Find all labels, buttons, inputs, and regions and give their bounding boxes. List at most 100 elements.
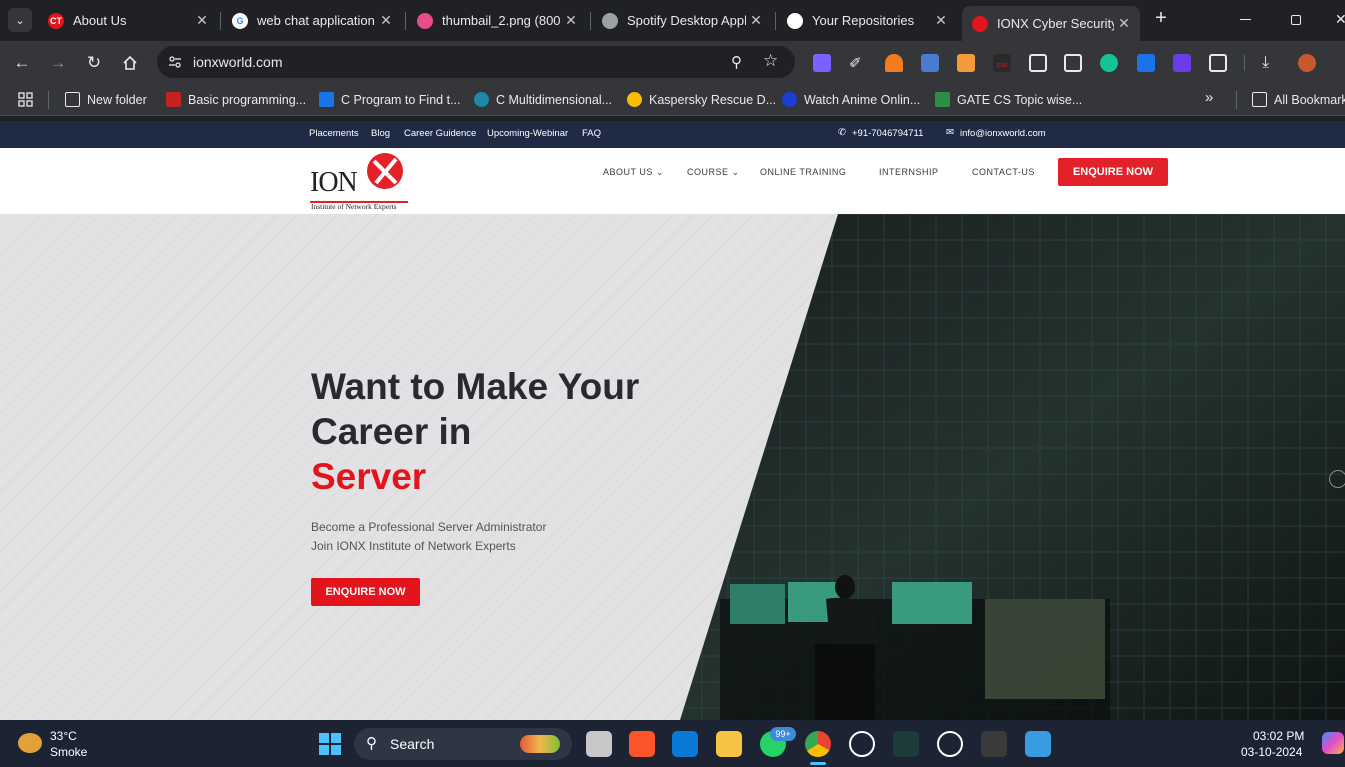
extension-icon[interactable] — [1029, 54, 1047, 72]
close-window-icon[interactable]: ✕ — [1335, 11, 1345, 28]
hero-heading-line1: Want to Make Your — [311, 366, 640, 407]
download-icon[interactable]: ⤓ — [1262, 54, 1280, 72]
clock-time[interactable]: 03:02 PM — [1253, 729, 1304, 743]
weather-widget[interactable]: 33°C Smoke — [16, 728, 96, 760]
bookmark-gate-cs[interactable]: GATE CS Topic wise... — [935, 92, 1082, 107]
logo-tagline: Institute of Network Experts — [311, 202, 397, 211]
brave-icon[interactable] — [629, 731, 655, 757]
extension-icon[interactable] — [957, 54, 975, 72]
topbar-link-blog[interactable]: Blog — [371, 128, 390, 139]
ionx-favicon — [972, 15, 988, 32]
eyedropper-icon[interactable]: ✐ — [849, 54, 867, 72]
tab-about-us[interactable]: CT About Us ✕ — [38, 6, 218, 35]
bookmark-star-icon[interactable]: ☆ — [763, 51, 778, 71]
bookmark-favicon — [474, 92, 489, 107]
zoom-icon[interactable]: ⚲ — [731, 53, 742, 71]
tab-web-chat[interactable]: G web chat application ✕ — [222, 6, 402, 35]
tab-title: thumbail_2.png (800× — [442, 13, 561, 28]
app-icon[interactable] — [981, 731, 1007, 757]
nav-internship[interactable]: INTERNSHIP — [879, 167, 939, 177]
bookmark-label: Kaspersky Rescue D... — [649, 92, 777, 107]
phone-icon: ✆ — [838, 127, 846, 138]
close-icon[interactable]: ✕ — [746, 12, 766, 29]
tab-separator — [590, 12, 591, 30]
extension-icon[interactable] — [1064, 54, 1082, 72]
topbar-link-career[interactable]: Career Guidence — [404, 128, 476, 139]
reload-icon[interactable]: ↻ — [82, 51, 106, 75]
bookmark-kaspersky[interactable]: Kaspersky Rescue D... — [627, 92, 776, 107]
home-icon[interactable] — [118, 51, 142, 75]
bookmark-anime[interactable]: Watch Anime Onlin... — [782, 92, 920, 107]
back-icon[interactable]: ← — [10, 51, 34, 75]
nav-online-training[interactable]: ONLINE TRAINING — [760, 167, 846, 177]
topbar-link-webinar[interactable]: Upcoming-Webinar — [487, 128, 568, 139]
url-text[interactable]: ionxworld.com — [193, 54, 282, 70]
app-icon[interactable] — [849, 731, 875, 757]
bookmark-basic-programming[interactable]: Basic programming... — [166, 92, 306, 107]
nav-contact-us[interactable]: CONTACT-US — [972, 167, 1035, 177]
address-bar[interactable]: ionxworld.com ⚲ ☆ — [157, 46, 795, 78]
bookmarks-overflow-button[interactable]: » — [1205, 89, 1213, 106]
menu-kebab-icon[interactable]: ⋮ — [1338, 52, 1345, 72]
clock-date[interactable]: 03-10-2024 — [1241, 745, 1302, 759]
bookmark-c-multidimensional[interactable]: C Multidimensional... — [474, 92, 612, 107]
grammarly-icon[interactable] — [1100, 54, 1118, 72]
forward-icon[interactable]: → — [46, 51, 70, 75]
taskbar-search[interactable]: ⚲ Search — [354, 728, 572, 760]
chatgpt-icon[interactable] — [937, 731, 963, 757]
enquire-now-header-button[interactable]: ENQUIRE NOW — [1058, 158, 1168, 186]
extension-icon[interactable] — [1173, 54, 1191, 72]
nav-course[interactable]: COURSE ⌄ — [687, 167, 740, 178]
bookmark-favicon — [627, 92, 642, 107]
bookmark-c-program[interactable]: C Program to Find t... — [319, 92, 460, 107]
bookmark-new-folder[interactable]: New folder — [65, 92, 147, 107]
extension-icon[interactable] — [813, 54, 831, 72]
css-icon[interactable]: css — [993, 54, 1011, 72]
close-icon[interactable]: ✕ — [1114, 15, 1134, 32]
tab-thumbnail[interactable]: thumbail_2.png (800× ✕ — [407, 6, 587, 35]
slider-next-icon[interactable] — [1329, 470, 1345, 488]
close-icon[interactable]: ✕ — [931, 12, 951, 29]
minimize-icon[interactable] — [1240, 19, 1251, 20]
bookmark-favicon — [166, 92, 181, 107]
chrome-icon[interactable] — [805, 731, 831, 757]
chevron-down-icon: ⌄ — [15, 14, 25, 27]
restore-icon[interactable] — [1291, 15, 1301, 25]
puzzle-icon[interactable] — [1209, 54, 1227, 72]
vscode-icon[interactable] — [672, 731, 698, 757]
all-bookmarks[interactable]: All Bookmarks — [1252, 92, 1345, 107]
email-address[interactable]: info@ionxworld.com — [960, 128, 1046, 139]
task-view-icon[interactable] — [586, 731, 612, 757]
photos-icon[interactable] — [1025, 731, 1051, 757]
topbar-link-placements[interactable]: Placements — [309, 128, 359, 139]
app-icon[interactable] — [893, 731, 919, 757]
close-icon[interactable]: ✕ — [192, 12, 212, 29]
tab-title: web chat application — [257, 13, 375, 28]
close-icon[interactable]: ✕ — [376, 12, 396, 29]
weather-icon — [18, 733, 42, 753]
site-info-icon[interactable] — [167, 54, 183, 70]
file-explorer-icon[interactable] — [716, 731, 742, 757]
extension-icon[interactable] — [921, 54, 939, 72]
tab-spotify[interactable]: Spotify Desktop Appl ✕ — [592, 6, 772, 35]
nav-about-us[interactable]: ABOUT US ⌄ — [603, 167, 664, 178]
extension-icon[interactable] — [1137, 54, 1155, 72]
enquire-now-hero-button[interactable]: ENQUIRE NOW — [311, 578, 420, 606]
topbar-link-faq[interactable]: FAQ — [582, 128, 601, 139]
folder-icon — [65, 92, 80, 107]
phone-number[interactable]: +91-7046794711 — [852, 128, 923, 139]
extension-icon[interactable] — [885, 54, 903, 72]
profile-avatar[interactable] — [1298, 54, 1316, 72]
bookmark-label: All Bookmarks — [1274, 92, 1345, 107]
tab-favicon: CT — [48, 12, 64, 29]
close-icon[interactable]: ✕ — [561, 12, 581, 29]
windows-start-icon[interactable] — [317, 731, 343, 757]
copilot-icon[interactable] — [1322, 732, 1344, 754]
tab-ionx-active[interactable]: IONX Cyber Security T ✕ — [962, 6, 1140, 41]
dribbble-icon — [417, 12, 433, 29]
ionx-logo[interactable]: ION Institute of Network Experts — [310, 151, 410, 211]
apps-grid-icon[interactable] — [18, 92, 33, 107]
new-tab-button[interactable]: + — [1150, 7, 1172, 31]
tab-search-button[interactable]: ⌄ — [8, 8, 32, 32]
tab-repositories[interactable]: Your Repositories ✕ — [777, 6, 957, 35]
